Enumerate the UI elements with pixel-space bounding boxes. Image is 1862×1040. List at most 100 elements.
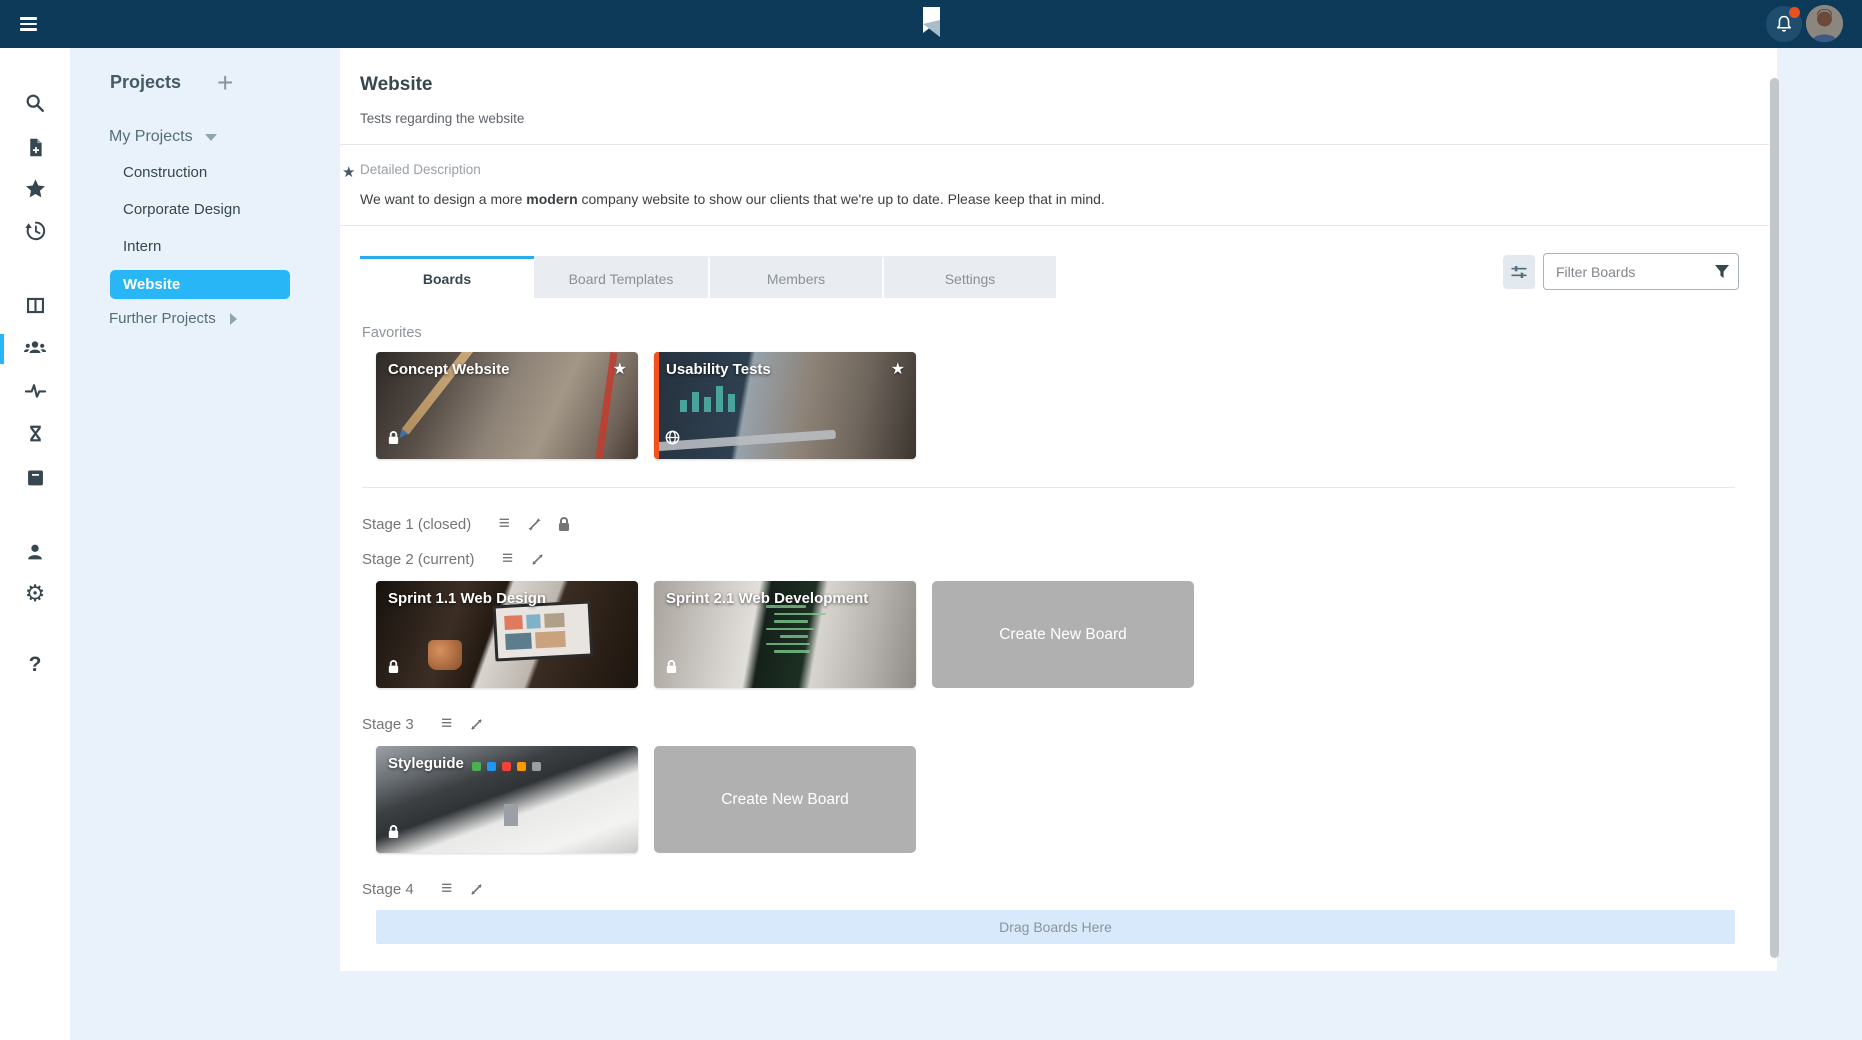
description-bold-word: modern [526,191,577,207]
boards-columns-icon[interactable] [23,293,47,317]
stage-menu-icon[interactable]: ≡ [438,715,456,733]
favorites-star-icon[interactable] [23,176,47,200]
stage-expand-icon[interactable] [525,515,543,533]
stage-menu-icon[interactable]: ≡ [495,515,513,533]
board-title: Sprint 1.1 Web Design [388,590,546,607]
stage-menu-icon[interactable]: ≡ [438,880,456,898]
board-card-styleguide[interactable]: Styleguide [376,746,638,853]
board-title: Styleguide [388,755,464,772]
stage-2-header: Stage 2 (current) ≡ [362,550,1757,568]
search-icon[interactable] [23,91,47,115]
sidebar-item-website[interactable]: Website [110,270,290,299]
active-section-indicator [0,334,4,364]
filter-boards-input[interactable] [1543,253,1739,290]
tune-icon [1509,262,1529,282]
further-projects-label: Further Projects [109,310,216,327]
board-card-sprint-11-web-design[interactable]: Sprint 1.1 Web Design [376,581,638,688]
app-logo-icon [919,6,945,42]
tab-settings[interactable]: Settings [882,256,1056,298]
stage-3-header: Stage 3 ≡ [362,715,1757,733]
main-content-panel: Website Tests regarding the website Deta… [340,48,1777,971]
globe-icon [665,430,680,450]
project-star-icon[interactable]: ★ [342,163,355,181]
detailed-description-text: We want to design a more modern company … [360,191,1757,207]
description-part: company website to show our clients that… [578,191,1105,207]
stage-collapse-icon[interactable] [468,715,486,733]
stage-label: Stage 4 [362,881,414,898]
settings-gear-icon[interactable]: ⚙ [23,581,47,605]
lock-icon [387,659,400,679]
app-logo[interactable] [919,6,945,42]
create-new-board-button[interactable]: Create New Board [932,581,1194,688]
sidebar-item-construction[interactable]: Construction [123,164,207,181]
stage-label: Stage 2 (current) [362,551,475,568]
favorites-section-label: Favorites [362,325,1757,341]
board-title: Usability Tests [666,361,771,378]
description-part: We want to design a more [360,191,526,207]
vertical-scrollbar[interactable] [1770,78,1779,958]
board-card-usability-tests[interactable]: Usability Tests ★ [654,352,916,459]
board-star-icon[interactable]: ★ [891,359,905,379]
lock-icon [387,430,400,450]
board-card-sprint-21-web-development[interactable]: Sprint 2.1 Web Development [654,581,916,688]
tab-boards[interactable]: Boards [360,256,534,298]
create-new-board-button[interactable]: Create New Board [654,746,916,853]
board-card-concept-website[interactable]: Concept Website ★ [376,352,638,459]
note-add-icon[interactable] [23,135,47,159]
tab-bar: Boards Board Templates Members Settings [360,256,1757,298]
tab-board-templates[interactable]: Board Templates [534,256,708,298]
my-projects-label: My Projects [109,128,193,146]
notifications-button[interactable] [1766,6,1802,42]
sidebar-item-website-label: Website [123,276,180,293]
add-project-button[interactable]: + [217,73,233,93]
board-accent-stripe [654,352,659,459]
filter-funnel-icon [1714,264,1730,279]
page-subtitle: Tests regarding the website [360,111,1757,126]
profile-person-icon[interactable] [23,540,47,564]
help-icon[interactable]: ? [23,653,47,677]
top-app-bar [0,0,1862,48]
lock-icon [665,659,678,679]
stage-label: Stage 3 [362,716,414,733]
drag-boards-drop-zone[interactable]: Drag Boards Here [376,910,1735,944]
stage-4-header: Stage 4 ≡ [362,880,1757,898]
projects-title: Projects [110,72,181,93]
lock-icon [387,824,400,844]
divider [340,225,1769,226]
activity-pulse-icon[interactable] [23,378,47,402]
stage-menu-icon[interactable]: ≡ [499,550,517,568]
stage-1-header: Stage 1 (closed) ≡ [362,515,1757,533]
user-avatar[interactable] [1806,5,1843,42]
chevron-down-icon [205,134,217,141]
archive-icon[interactable] [23,465,47,489]
view-options-button[interactable] [1503,255,1535,289]
board-star-icon[interactable]: ★ [613,359,627,379]
detailed-description-label: Detailed Description [360,162,1757,177]
projects-sidebar: Projects + My Projects Construction ★ Co… [70,48,340,1040]
board-title: Concept Website [388,361,509,378]
further-projects-group[interactable]: Further Projects [109,310,237,327]
divider [362,487,1735,488]
history-icon[interactable] [23,218,47,242]
sidebar-item-intern[interactable]: Intern [123,238,161,255]
divider [340,144,1769,145]
notification-badge [1789,7,1800,18]
team-icon[interactable] [23,336,47,360]
tab-members[interactable]: Members [708,256,882,298]
stage-lock-icon[interactable] [555,515,573,533]
hourglass-icon[interactable] [23,421,47,445]
stage-collapse-icon[interactable] [529,550,547,568]
chevron-right-icon [230,313,237,325]
stage-label: Stage 1 (closed) [362,516,471,533]
avatar-image [1806,5,1843,42]
my-projects-group[interactable]: My Projects [109,128,217,146]
sidebar-item-corporate-design[interactable]: Corporate Design [123,201,241,218]
hamburger-menu-icon[interactable] [20,13,48,35]
page-title: Website [360,48,1757,96]
stage-collapse-icon[interactable] [468,880,486,898]
board-title: Sprint 2.1 Web Development [666,590,868,607]
stage-3-board-row: Styleguide Create New Board [376,746,1757,853]
stage-2-board-row: Sprint 1.1 Web Design Sprint 2.1 Web Dev… [376,581,1757,688]
favorites-board-row: Concept Website ★ Usability Tests ★ [376,352,1757,459]
left-icon-rail: ⚙ ? [0,48,70,1040]
